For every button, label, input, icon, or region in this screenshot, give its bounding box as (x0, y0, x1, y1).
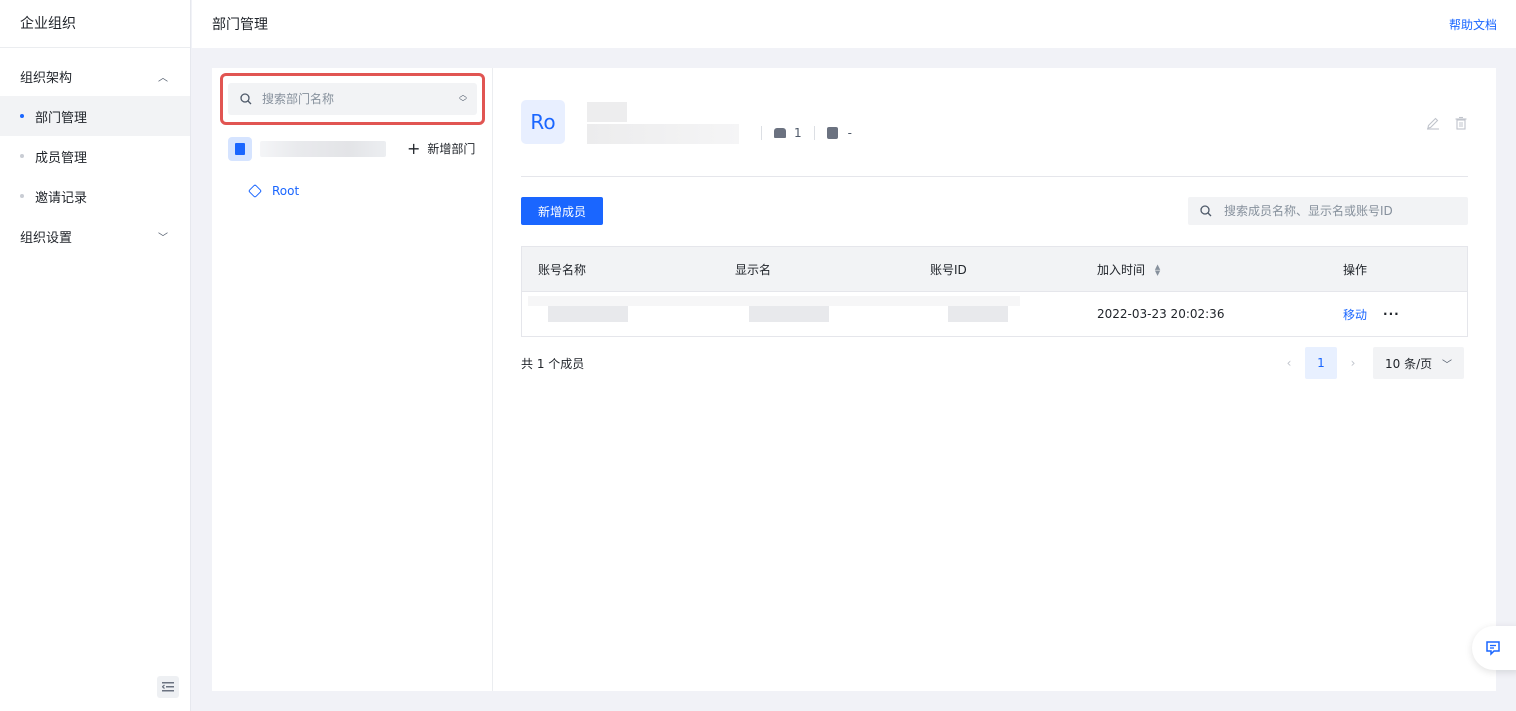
sidebar-group-org-label: 组织架构 (20, 70, 73, 86)
col-join-time[interactable]: 加入时间 ▲ ▼ (1081, 261, 1327, 278)
sidebar-item-label: 部门管理 (35, 110, 88, 126)
sort-icon[interactable]: ▲ ▼ (1155, 264, 1160, 277)
page-title: 部门管理 (212, 17, 268, 33)
member-search-input[interactable] (1224, 204, 1468, 218)
cell-account-id (916, 306, 1081, 322)
dept-search-box[interactable]: ︿﹀ (228, 83, 477, 115)
expand-collapse-icon[interactable]: ︿ ﹀ (459, 91, 467, 107)
col-account-name: 账号名称 (538, 262, 587, 277)
plus-icon: + (407, 138, 421, 158)
cell-join-time: 2022-03-23 20:02:36 (1097, 307, 1225, 321)
dept-tools (1426, 116, 1468, 130)
edit-icon[interactable] (1426, 116, 1440, 130)
add-dept-button[interactable]: + 新增部门 (407, 140, 475, 157)
cell-account-name (522, 306, 719, 322)
member-count: 1 (794, 126, 802, 140)
sidebar-item-members[interactable]: 成员管理 (0, 136, 190, 176)
col-display-name: 显示名 (735, 262, 772, 277)
move-member-link[interactable]: 移动 (1343, 306, 1367, 323)
section-divider (521, 176, 1468, 177)
sidebar-group-settings[interactable]: 组织设置 ﹀ (0, 216, 190, 256)
col-actions: 操作 (1343, 262, 1368, 277)
chat-icon (1486, 641, 1500, 656)
document-icon (826, 127, 838, 139)
col-account-id: 账号ID (930, 262, 967, 277)
sidebar-item-label: 邀请记录 (35, 190, 88, 206)
pagination: ‹ 1 › 10 条/页 ﹀ (1273, 347, 1464, 379)
members-table: 账号名称 显示名 账号ID 加入时间 ▲ ▼ 操作 2022-03-23 20:0… (521, 246, 1468, 337)
header: 部门管理 帮助文档 (192, 0, 1516, 48)
search-icon (240, 93, 252, 105)
total-count: 共 1 个成员 (521, 357, 585, 371)
cube-icon (247, 183, 263, 199)
feedback-button[interactable] (1472, 626, 1516, 670)
dot-icon (20, 194, 24, 198)
help-docs-link[interactable]: 帮助文档 (1449, 16, 1497, 33)
dept-name-redacted (587, 102, 627, 122)
sidebar-title: 企业组织 (0, 0, 190, 48)
cell-actions: 移动 ··· (1327, 306, 1467, 323)
cell-display-name (719, 306, 916, 322)
dot-icon (20, 114, 24, 118)
dept-avatar: Ro (521, 100, 565, 144)
prev-page-button[interactable]: ‹ (1273, 347, 1305, 379)
sidebar-group-settings-label: 组织设置 (20, 230, 73, 246)
divider (813, 126, 815, 140)
member-search-box[interactable] (1188, 197, 1468, 225)
sidebar: 企业组织 组织架构 ︿ 部门管理 成员管理 邀请记录 组织设置 ﹀ (0, 0, 191, 711)
collapse-sidebar-button[interactable] (157, 676, 179, 698)
sidebar-item-label: 成员管理 (35, 150, 88, 166)
table-row: 2022-03-23 20:02:36 移动 ··· (522, 292, 1467, 336)
page-size-value: 10 条/页 (1385, 356, 1433, 371)
chevron-down-icon: ﹀ (158, 232, 168, 244)
page-number[interactable]: 1 (1305, 347, 1337, 379)
add-dept-label: 新增部门 (427, 142, 476, 156)
page-size-select[interactable]: 10 条/页 ﹀ (1373, 347, 1464, 379)
dot-icon (20, 154, 24, 158)
dept-detail-panel: Ro 1 - 新增成员 账号名称 显示名 账号ID 加入时间 (493, 68, 1496, 691)
collapse-icon (162, 682, 174, 692)
sidebar-item-invites[interactable]: 邀请记录 (0, 176, 190, 216)
dept-subtitle-redacted (587, 124, 739, 144)
delete-icon[interactable] (1454, 116, 1468, 130)
chevron-up-icon: ︿ (158, 72, 168, 84)
search-icon (1200, 205, 1212, 217)
tree-node-label: Root (272, 184, 300, 198)
add-member-button[interactable]: 新增成员 (521, 197, 603, 225)
tree-node-root[interactable]: Root (247, 183, 300, 199)
building-icon (228, 137, 252, 161)
sidebar-group-org[interactable]: 组织架构 ︿ (0, 56, 190, 96)
sidebar-item-dept[interactable]: 部门管理 (0, 96, 190, 136)
dept-tree-panel: ︿﹀ + 新增部门 Root (212, 68, 493, 691)
row-redacted-strip (528, 296, 1020, 306)
dept-search-input[interactable] (262, 92, 459, 106)
col-join-time-label: 加入时间 (1097, 262, 1146, 277)
divider (761, 126, 762, 140)
dept-search-highlight: ︿﹀ (220, 73, 485, 125)
more-actions-button[interactable]: ··· (1383, 307, 1400, 321)
dept-description: - (847, 126, 852, 140)
chevron-down-icon: ﹀ (1442, 359, 1452, 371)
users-icon (774, 128, 786, 138)
table-header: 账号名称 显示名 账号ID 加入时间 ▲ ▼ 操作 (522, 247, 1467, 292)
dept-meta: 1 - (749, 126, 852, 140)
next-page-button[interactable]: › (1337, 347, 1369, 379)
org-name-redacted (260, 141, 386, 157)
